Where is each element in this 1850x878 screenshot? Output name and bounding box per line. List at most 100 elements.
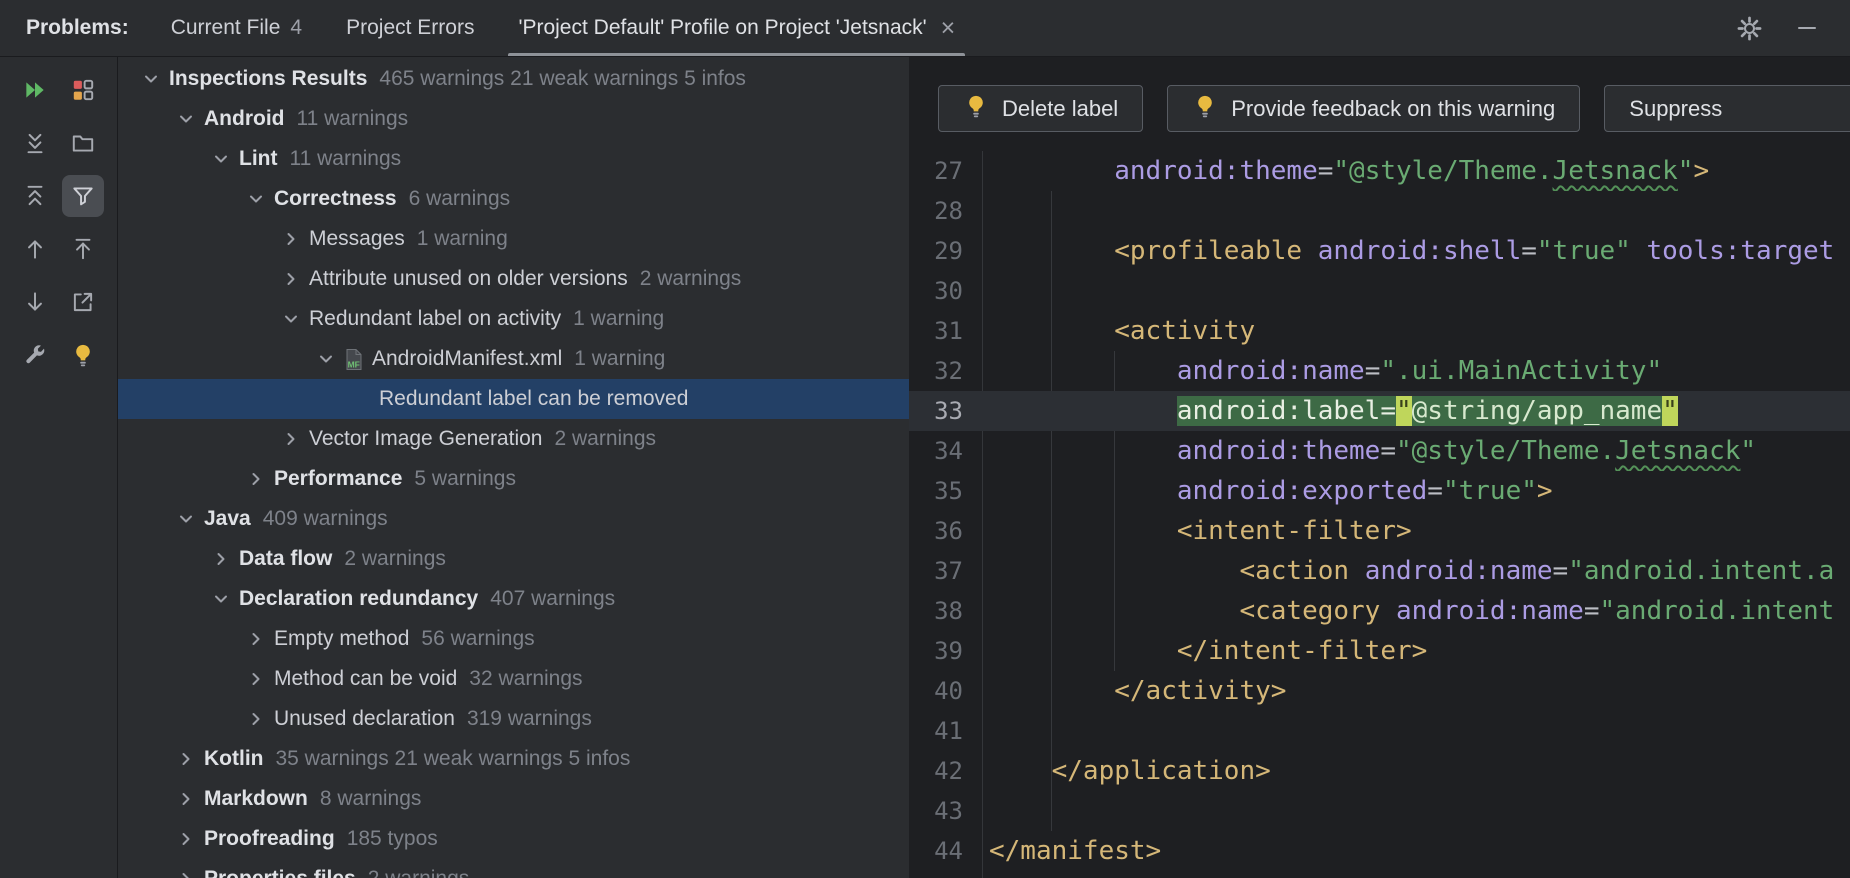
- line-number: 39: [909, 631, 982, 671]
- collapse-all-icon[interactable]: [14, 175, 56, 217]
- chevron-collapsed-icon[interactable]: [174, 747, 198, 771]
- tree-row[interactable]: Inspections Results465 warnings 21 weak …: [118, 59, 909, 99]
- tool-window-body: Inspections Results465 warnings 21 weak …: [0, 57, 1850, 878]
- tab-close-icon[interactable]: ×: [941, 16, 956, 41]
- tree-row-count: 32 warnings: [469, 667, 582, 691]
- preview-lightbulb-icon[interactable]: [62, 334, 104, 376]
- chevron-collapsed-icon[interactable]: [244, 707, 268, 731]
- tree-row[interactable]: Redundant label can be removed: [118, 379, 909, 419]
- tree-row[interactable]: Unused declaration319 warnings: [118, 699, 909, 739]
- action-button-label: Suppress: [1629, 96, 1722, 122]
- chevron-collapsed-icon[interactable]: [244, 667, 268, 691]
- editor-preview[interactable]: Delete label Provide feedback on this war…: [909, 57, 1850, 878]
- chevron-expanded-icon[interactable]: [244, 187, 268, 211]
- tree-row-label: Proofreading: [204, 827, 335, 851]
- inspections-tree[interactable]: Inspections Results465 warnings 21 weak …: [118, 57, 909, 878]
- code-line: 37 <action android:name="android.intent.…: [909, 551, 1850, 591]
- tree-row[interactable]: Empty method56 warnings: [118, 619, 909, 659]
- line-number: 44: [909, 831, 982, 871]
- code-text: <intent-filter>: [982, 511, 1850, 551]
- chevron-expanded-icon[interactable]: [209, 147, 233, 171]
- chevron-expanded-icon[interactable]: [279, 307, 303, 331]
- code-area[interactable]: 27 android:theme="@style/Theme.Jetsnack"…: [909, 151, 1850, 878]
- tree-row-count: 35 warnings 21 weak warnings 5 infos: [275, 747, 630, 771]
- tree-row[interactable]: Method can be void32 warnings: [118, 659, 909, 699]
- move-to-top-icon[interactable]: [62, 228, 104, 270]
- tree-row-count: 8 warnings: [320, 787, 422, 811]
- tree-row[interactable]: MFAndroidManifest.xml1 warning: [118, 339, 909, 379]
- next-problem-icon[interactable]: [14, 281, 56, 323]
- tree-row[interactable]: Proofreading 185 typos: [118, 819, 909, 859]
- previous-problem-icon[interactable]: [14, 228, 56, 270]
- tab-project-errors[interactable]: Project Errors: [324, 0, 496, 56]
- tab-profile-jetsnack[interactable]: 'Project Default' Profile on Project 'Je…: [496, 0, 977, 56]
- chevron-collapsed-icon[interactable]: [244, 467, 268, 491]
- line-number: 30: [909, 271, 982, 311]
- tree-row-label: Lint: [239, 147, 277, 171]
- expand-all-icon[interactable]: [14, 122, 56, 164]
- tree-row-count: 185 typos: [347, 827, 438, 851]
- code-text: android:name=".ui.MainActivity": [982, 351, 1850, 391]
- open-in-new-icon[interactable]: [62, 281, 104, 323]
- code-line: 29 <profileable android:shell="true" too…: [909, 231, 1850, 271]
- rerun-inspection-icon[interactable]: [14, 69, 56, 111]
- tree-row[interactable]: Android11 warnings: [118, 99, 909, 139]
- chevron-expanded-icon[interactable]: [314, 347, 338, 371]
- chevron-collapsed-icon[interactable]: [279, 427, 303, 451]
- tree-row-count: 11 warnings: [289, 147, 401, 171]
- tree-row[interactable]: Redundant label on activity1 warning: [118, 299, 909, 339]
- tree-row-label: Empty method: [274, 627, 409, 651]
- code-text: [982, 271, 1850, 311]
- tree-row[interactable]: Lint 11 warnings: [118, 139, 909, 179]
- code-text: [982, 711, 1850, 751]
- chevron-collapsed-icon[interactable]: [244, 627, 268, 651]
- chevron-expanded-icon[interactable]: [174, 107, 198, 131]
- tree-row-label: Vector Image Generation: [309, 427, 542, 451]
- chevron-collapsed-icon[interactable]: [174, 827, 198, 851]
- group-by-directory-icon[interactable]: [62, 122, 104, 164]
- provide-feedback-button[interactable]: Provide feedback on this warning: [1167, 85, 1580, 132]
- tree-row[interactable]: Attribute unused on older versions2 warn…: [118, 259, 909, 299]
- settings-gear-icon[interactable]: [1734, 13, 1764, 43]
- tree-row-label: Performance: [274, 467, 402, 491]
- hide-tool-window-icon[interactable]: [1792, 13, 1822, 43]
- tree-row[interactable]: Java409 warnings: [118, 499, 909, 539]
- tree-row[interactable]: Properties files2 warnings: [118, 859, 909, 878]
- suppress-button[interactable]: Suppress: [1604, 85, 1850, 132]
- line-number: 33: [909, 391, 982, 431]
- header-icons: [1734, 0, 1850, 56]
- tree-row[interactable]: Correctness6 warnings: [118, 179, 909, 219]
- delete-label-button[interactable]: Delete label: [938, 85, 1143, 132]
- chevron-collapsed-icon[interactable]: [174, 787, 198, 811]
- tree-row-label: Data flow: [239, 547, 332, 571]
- lightbulb-icon: [1192, 93, 1218, 125]
- tree-row-count: 1 warning: [574, 347, 665, 371]
- minimize-dash-icon: [1798, 27, 1816, 30]
- tree-row[interactable]: Data flow 2 warnings: [118, 539, 909, 579]
- tree-row[interactable]: Kotlin35 warnings 21 weak warnings 5 inf…: [118, 739, 909, 779]
- severity-filter-icon[interactable]: [62, 69, 104, 111]
- tool-window-title: Problems:: [0, 0, 149, 56]
- tree-row[interactable]: Markdown8 warnings: [118, 779, 909, 819]
- chevron-collapsed-icon[interactable]: [279, 227, 303, 251]
- tree-row-count: 11 warnings: [296, 107, 408, 131]
- chevron-collapsed-icon[interactable]: [279, 267, 303, 291]
- filter-icon[interactable]: [62, 175, 104, 217]
- tree-row[interactable]: Vector Image Generation2 warnings: [118, 419, 909, 459]
- action-button-label: Provide feedback on this warning: [1231, 96, 1555, 122]
- code-line: 41: [909, 711, 1850, 751]
- tree-row[interactable]: Performance5 warnings: [118, 459, 909, 499]
- chevron-expanded-icon[interactable]: [174, 507, 198, 531]
- line-number: 41: [909, 711, 982, 751]
- quick-fix-wrench-icon[interactable]: [14, 334, 56, 376]
- tab-current-file[interactable]: Current File4: [149, 0, 324, 56]
- tree-row[interactable]: Declaration redundancy407 warnings: [118, 579, 909, 619]
- code-text: android:theme="@style/Theme.Jetsnack": [982, 431, 1850, 471]
- chevron-collapsed-icon[interactable]: [209, 547, 233, 571]
- chevron-expanded-icon[interactable]: [139, 67, 163, 91]
- tree-row-count: 2 warnings: [344, 547, 446, 571]
- chevron-collapsed-icon[interactable]: [174, 867, 198, 878]
- chevron-expanded-icon[interactable]: [209, 587, 233, 611]
- tree-row[interactable]: Messages1 warning: [118, 219, 909, 259]
- code-lines: 27 android:theme="@style/Theme.Jetsnack"…: [909, 151, 1850, 871]
